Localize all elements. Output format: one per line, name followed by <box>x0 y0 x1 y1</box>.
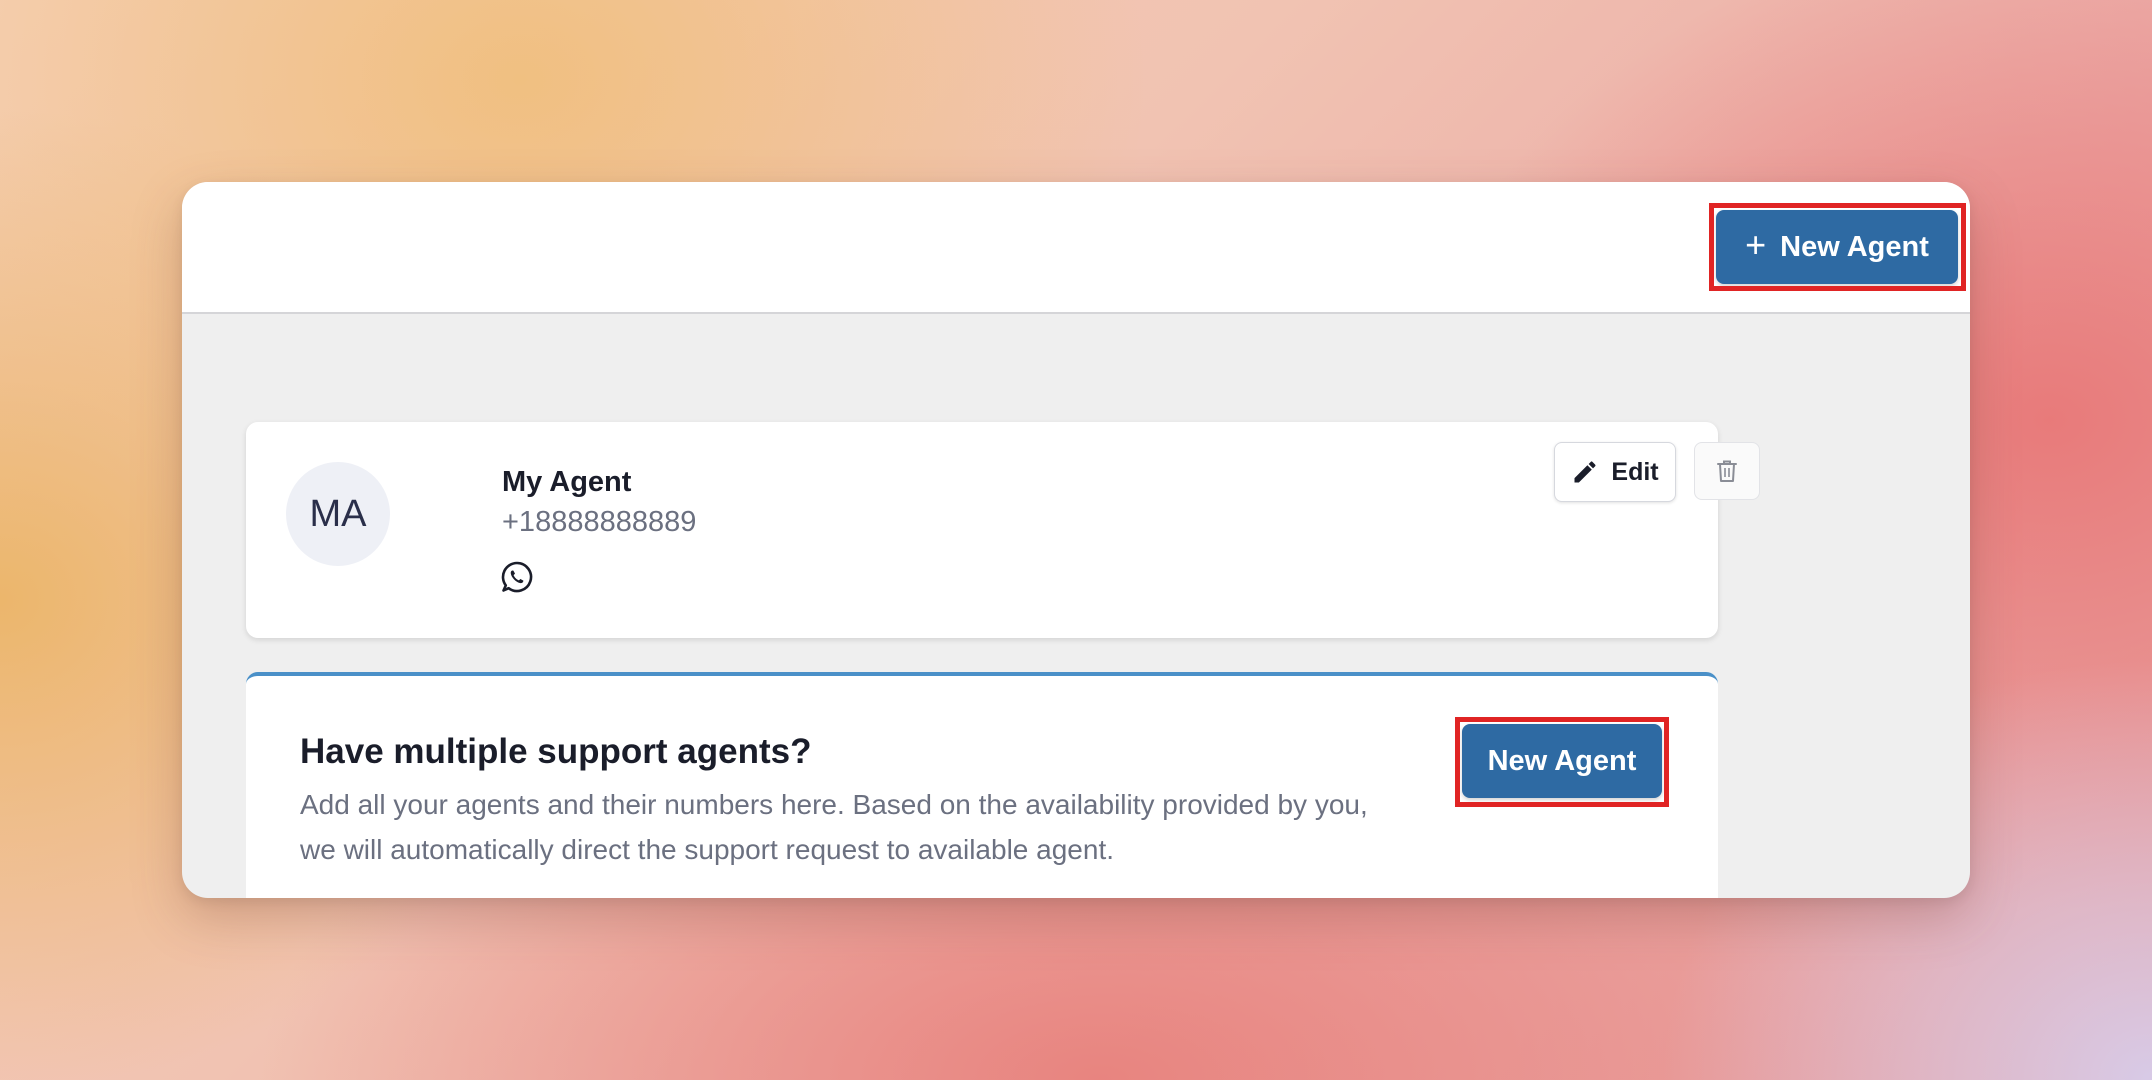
delete-agent-button[interactable] <box>1694 442 1760 500</box>
app-window: + New Agent MA My Agent +18888888889 Edi… <box>182 182 1970 898</box>
new-agent-button[interactable]: + New Agent <box>1716 210 1958 284</box>
promo-description: Add all your agents and their numbers he… <box>300 789 1368 865</box>
pencil-icon <box>1574 461 1596 483</box>
agent-name: My Agent <box>502 466 632 498</box>
agent-card: MA My Agent +18888888889 Edit <box>246 422 1760 638</box>
new-agent-button-label: New Agent <box>1780 230 1929 263</box>
edit-button-label: Edit <box>1611 457 1659 486</box>
avatar: MA <box>286 462 390 566</box>
promo-title: Have multiple support agents? <box>300 732 812 771</box>
whatsapp-icon <box>500 560 534 594</box>
top-bar: + New Agent <box>182 182 1970 314</box>
promo-new-agent-label: New Agent <box>1487 744 1637 777</box>
promo-card: Have multiple support agents? Add all yo… <box>246 672 1718 898</box>
agent-phone: +18888888889 <box>502 506 697 538</box>
plus-icon: + <box>1745 224 1767 265</box>
promo-new-agent-button[interactable]: New Agent <box>1462 724 1662 798</box>
edit-agent-button[interactable]: Edit <box>1554 442 1676 502</box>
trash-icon <box>1717 460 1737 482</box>
